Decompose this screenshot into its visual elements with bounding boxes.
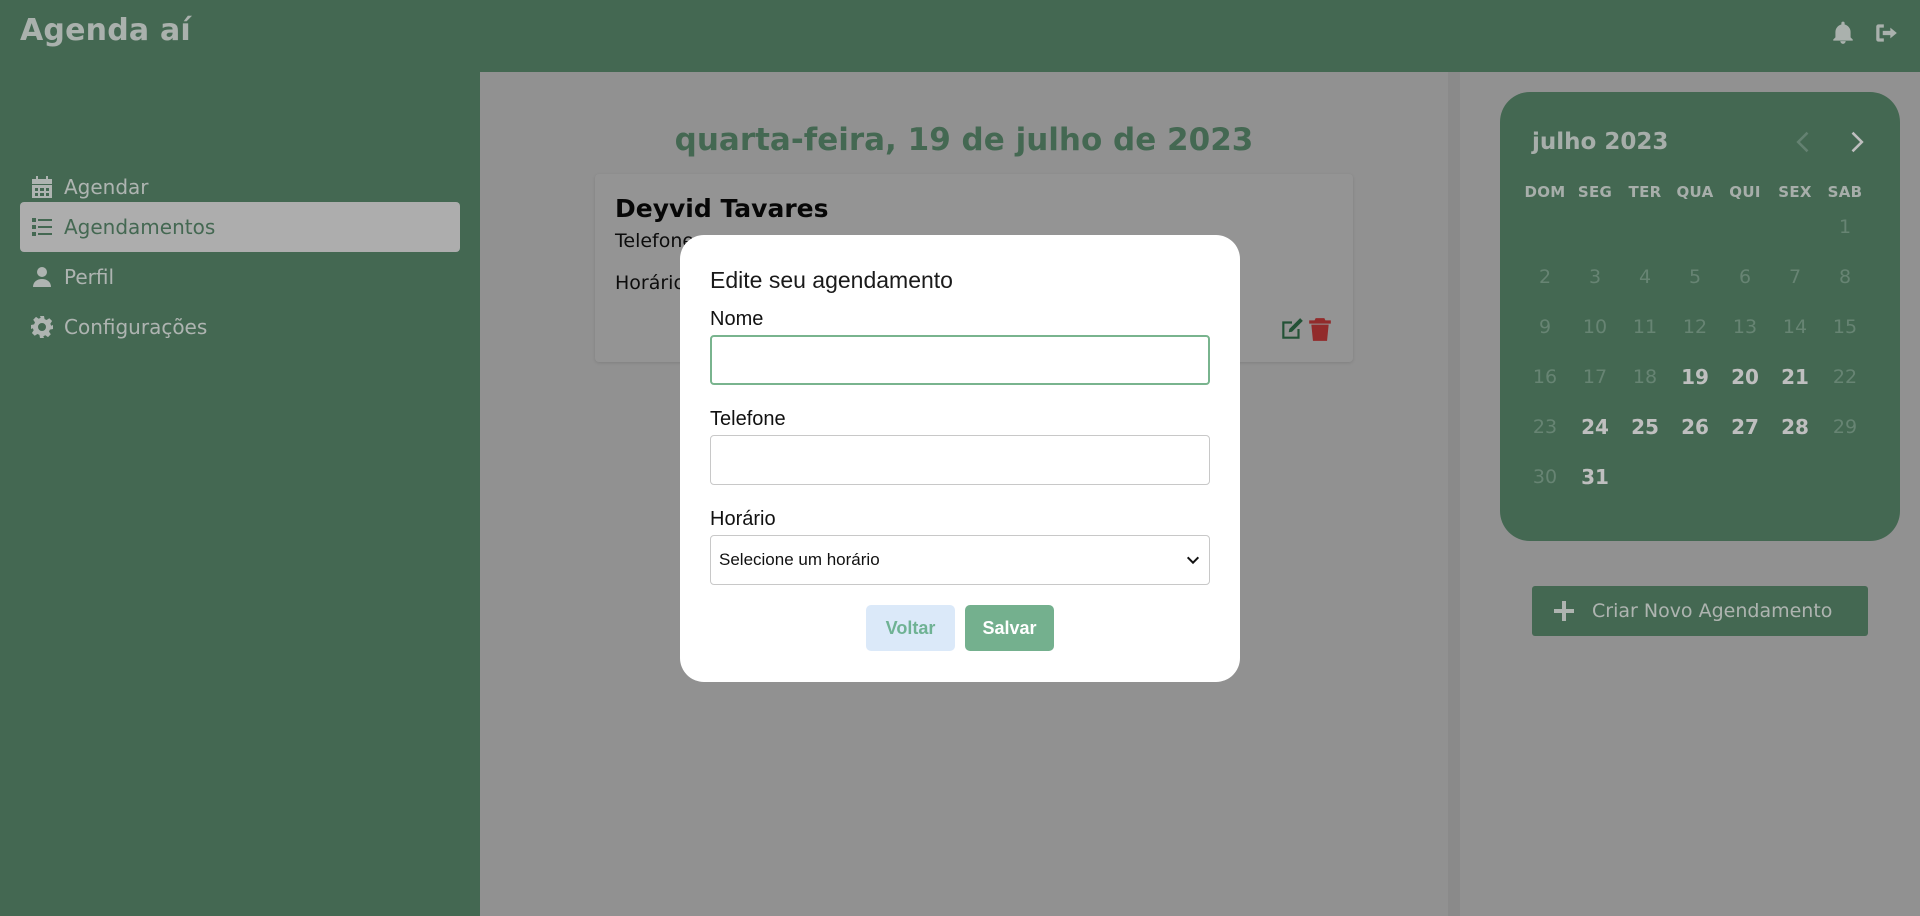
name-label: Nome: [710, 308, 764, 330]
chevron-down-icon: [1185, 552, 1201, 568]
edit-appointment-modal: Edite seu agendamento Nome Telefone Horá…: [680, 235, 1240, 682]
phone-input[interactable]: [710, 435, 1210, 485]
time-select[interactable]: Selecione um horário: [710, 535, 1210, 585]
save-button[interactable]: Salvar: [965, 605, 1054, 651]
modal-title: Edite seu agendamento: [710, 267, 953, 293]
time-label: Horário: [710, 508, 776, 530]
name-input[interactable]: [710, 335, 1210, 385]
phone-label: Telefone: [710, 408, 786, 430]
back-button[interactable]: Voltar: [866, 605, 955, 651]
time-select-value: Selecione um horário: [719, 550, 880, 569]
